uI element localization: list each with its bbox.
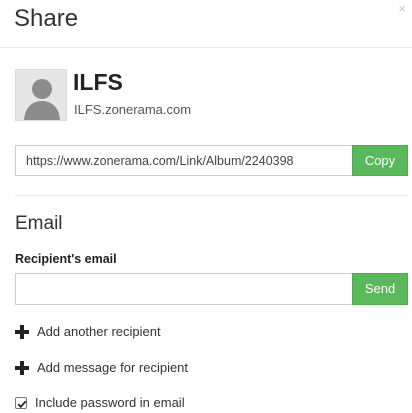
share-dialog: Share × ILFS ILFS.zonerama.com Copy Emai…: [0, 0, 412, 413]
profile-url: ILFS.zonerama.com: [74, 102, 192, 117]
recipient-email-label: Recipient's email: [15, 252, 117, 266]
copy-button[interactable]: Copy: [352, 145, 408, 176]
recipient-email-field[interactable]: [15, 273, 353, 305]
plus-icon: [15, 325, 29, 339]
share-link-row: Copy: [15, 145, 408, 176]
include-password-label: Include password in email: [35, 395, 185, 410]
close-icon[interactable]: ×: [398, 2, 406, 16]
checkmark-icon: [17, 400, 27, 409]
send-button[interactable]: Send: [352, 273, 408, 305]
dialog-header: Share ×: [0, 0, 412, 48]
share-link-input[interactable]: [15, 145, 353, 176]
user-silhouette-icon: [16, 70, 66, 120]
avatar: [15, 69, 67, 121]
add-message-link[interactable]: Add message for recipient: [15, 359, 188, 377]
add-recipient-link[interactable]: Add another recipient: [15, 323, 161, 341]
add-message-label: Add message for recipient: [37, 360, 189, 375]
profile-card: ILFS ILFS.zonerama.com: [15, 69, 395, 125]
add-recipient-label: Add another recipient: [37, 324, 161, 339]
plus-icon: [15, 361, 29, 375]
profile-name: ILFS: [73, 69, 123, 95]
email-section-title: Email: [15, 213, 63, 234]
section-divider: [15, 195, 408, 196]
include-password-checkbox[interactable]: [15, 397, 27, 409]
dialog-title: Share: [14, 5, 79, 32]
recipient-email-row: Send: [15, 273, 408, 305]
include-password-row: Include password in email: [15, 395, 185, 411]
